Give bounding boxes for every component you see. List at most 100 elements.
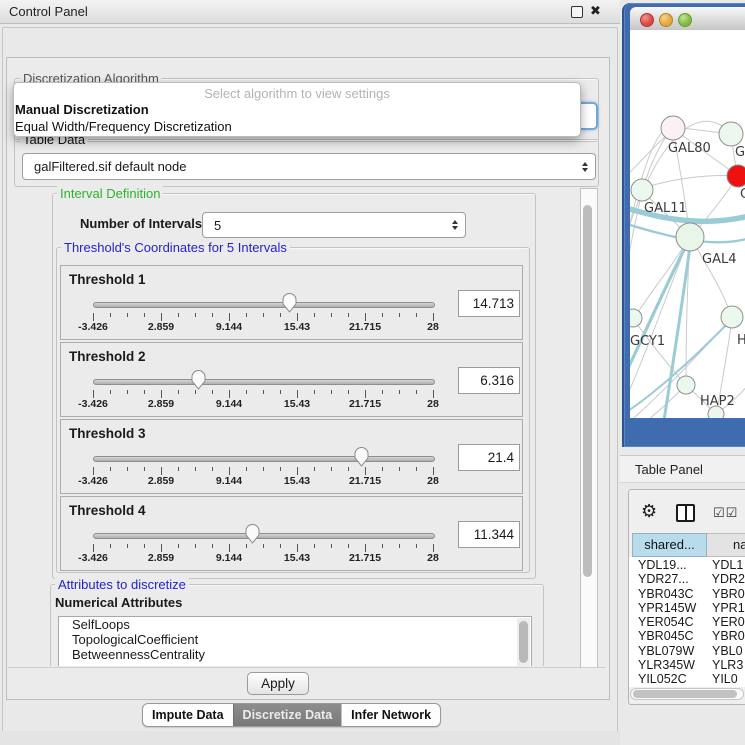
- slider-tick-label: 21.715: [341, 552, 389, 564]
- slider-track[interactable]: [93, 302, 435, 308]
- control-panel-title: Control Panel: [9, 0, 88, 23]
- control-panel-titlebar: [0, 0, 620, 24]
- slider-thumb[interactable]: [354, 447, 369, 467]
- cell-name[interactable]: YIL0: [706, 672, 738, 686]
- number-of-intervals-label: Number of Intervals: [80, 216, 202, 231]
- cell-shared-name[interactable]: YBR043C: [629, 587, 706, 601]
- thresholds-group-title: Threshold's Coordinates for 5 Intervals: [61, 240, 290, 255]
- attribute-list-item[interactable]: SelfLoops: [59, 617, 531, 632]
- slider-tick-label: 15.43: [273, 398, 321, 410]
- slider-track[interactable]: [93, 533, 435, 539]
- cell-shared-name[interactable]: YER054C: [629, 615, 706, 629]
- slider-tick-label: 15.43: [273, 552, 321, 564]
- cell-shared-name[interactable]: YDL19...: [629, 558, 706, 572]
- table-row[interactable]: YIL052CYIL0: [629, 672, 745, 686]
- network-node[interactable]: [631, 179, 653, 201]
- cell-name[interactable]: YDL1: [706, 558, 743, 572]
- table-row[interactable]: YBR045CYBR0: [629, 629, 745, 643]
- network-node[interactable]: [677, 376, 695, 394]
- attribute-list-item[interactable]: TopologicalCoefficient: [59, 632, 531, 647]
- threshold-panel-4: Threshold 4-3.4262.8599.14415.4321.71528…: [60, 496, 523, 571]
- gear-icon[interactable]: ⚙: [641, 501, 657, 522]
- threshold-value-field[interactable]: 6.316: [458, 367, 520, 394]
- cell-name[interactable]: YDR2: [706, 572, 745, 586]
- threshold-value-field[interactable]: 14.713: [458, 290, 520, 317]
- select-checkboxes-icon[interactable]: ☑☑: [713, 505, 738, 521]
- tab-discretize-data[interactable]: Discretize Data: [233, 704, 342, 726]
- threshold-panel-3: Threshold 3-3.4262.8599.14415.4321.71528…: [60, 419, 523, 494]
- zoom-traffic-light[interactable]: [678, 13, 692, 27]
- network-node[interactable]: [676, 223, 704, 251]
- tab-impute-data[interactable]: Impute Data: [143, 704, 233, 726]
- network-edge[interactable]: [630, 192, 642, 275]
- network-node[interactable]: [630, 309, 642, 327]
- combo-stepper-icon: [452, 220, 458, 230]
- cell-name[interactable]: YPR1: [706, 601, 745, 615]
- slider-tick-label: 28: [409, 475, 457, 487]
- numerical-attributes-list[interactable]: SelfLoopsTopologicalCoefficientBetweenne…: [58, 616, 532, 666]
- table-row[interactable]: YBR043CYBR0: [629, 587, 745, 601]
- slider-thumb[interactable]: [282, 293, 297, 313]
- attribute-list-item[interactable]: BetweennessCentrality: [59, 647, 531, 662]
- float-window-icon[interactable]: [571, 6, 583, 18]
- close-traffic-light[interactable]: [640, 13, 654, 27]
- dropdown-option[interactable]: Manual Discretization: [14, 101, 580, 118]
- network-node[interactable]: [721, 306, 743, 328]
- slider-track[interactable]: [93, 379, 435, 385]
- table-data-value: galFiltered.sif default node: [23, 159, 582, 174]
- tab-infer-network[interactable]: Infer Network: [341, 704, 440, 726]
- cell-shared-name[interactable]: YLR345W: [629, 658, 706, 672]
- cell-shared-name[interactable]: YPR145W: [629, 601, 706, 615]
- minimize-traffic-light[interactable]: [659, 13, 673, 27]
- slider-thumb[interactable]: [191, 370, 206, 390]
- table-data-combobox[interactable]: galFiltered.sif default node: [22, 153, 596, 180]
- table-row[interactable]: YDL19...YDL1: [629, 558, 745, 572]
- dropdown-option[interactable]: Equal Width/Frequency Discretization: [14, 118, 580, 135]
- column-header-shared-name[interactable]: shared...: [632, 533, 707, 557]
- slider-track[interactable]: [93, 456, 435, 462]
- slider-tick-label: -3.426: [69, 475, 117, 487]
- settings-vertical-scrollbar[interactable]: [580, 188, 598, 668]
- cell-name[interactable]: YBR0: [706, 587, 745, 601]
- threshold-value-field[interactable]: 11.344: [458, 521, 520, 548]
- network-edge[interactable]: [691, 238, 731, 316]
- network-node[interactable]: [727, 165, 745, 187]
- network-node-label: GAL4: [702, 252, 736, 267]
- network-node[interactable]: [661, 116, 685, 140]
- cell-shared-name[interactable]: YBR045C: [629, 629, 706, 643]
- network-canvas[interactable]: GAL80GACGAL11GAL4GCY1HHAP2: [630, 30, 745, 418]
- attributes-list-scrollbar[interactable]: [517, 618, 530, 666]
- network-window-titlebar[interactable]: [630, 7, 745, 31]
- close-icon[interactable]: ✖: [590, 3, 601, 19]
- table-row[interactable]: YDR27...YDR2: [629, 572, 745, 586]
- threshold-value-field[interactable]: 21.4: [458, 444, 520, 471]
- cell-name[interactable]: YLR3: [706, 658, 743, 672]
- slider-thumb[interactable]: [245, 524, 260, 544]
- cell-name[interactable]: YBL0: [706, 644, 743, 658]
- network-node-label: C: [740, 187, 745, 202]
- slider-tick-label: -3.426: [69, 398, 117, 410]
- slider-tick-label: 28: [409, 398, 457, 410]
- table-horizontal-scrollbar[interactable]: [630, 688, 744, 700]
- network-edge[interactable]: [643, 176, 737, 189]
- divider: [8, 667, 606, 668]
- table-row[interactable]: YER054CYER0: [629, 615, 745, 629]
- network-node[interactable]: [719, 122, 743, 146]
- table-row[interactable]: YPR145WYPR1: [629, 601, 745, 615]
- cell-name[interactable]: YBR0: [706, 629, 745, 643]
- cell-shared-name[interactable]: YDR27...: [629, 572, 706, 586]
- column-header-name[interactable]: na: [707, 533, 745, 557]
- bottom-tab-bar: Impute DataDiscretize DataInfer Network: [142, 703, 441, 727]
- table-row[interactable]: YBL079WYBL0: [629, 644, 745, 658]
- number-of-intervals-combobox[interactable]: 5: [202, 212, 466, 238]
- cell-name[interactable]: YER0: [706, 615, 745, 629]
- interval-definition-title: Interval Definition: [57, 186, 163, 201]
- algorithm-dropdown-popup: Select algorithm to view settings Manual…: [13, 82, 581, 137]
- table-row[interactable]: YLR345WYLR3: [629, 658, 745, 672]
- cell-shared-name[interactable]: YIL052C: [629, 672, 706, 686]
- cell-shared-name[interactable]: YBL079W: [629, 644, 706, 658]
- numerical-attributes-label: Numerical Attributes: [55, 595, 182, 610]
- attributes-group-title: Attributes to discretize: [55, 578, 189, 592]
- columns-icon[interactable]: [676, 504, 695, 522]
- apply-button[interactable]: Apply: [247, 672, 309, 695]
